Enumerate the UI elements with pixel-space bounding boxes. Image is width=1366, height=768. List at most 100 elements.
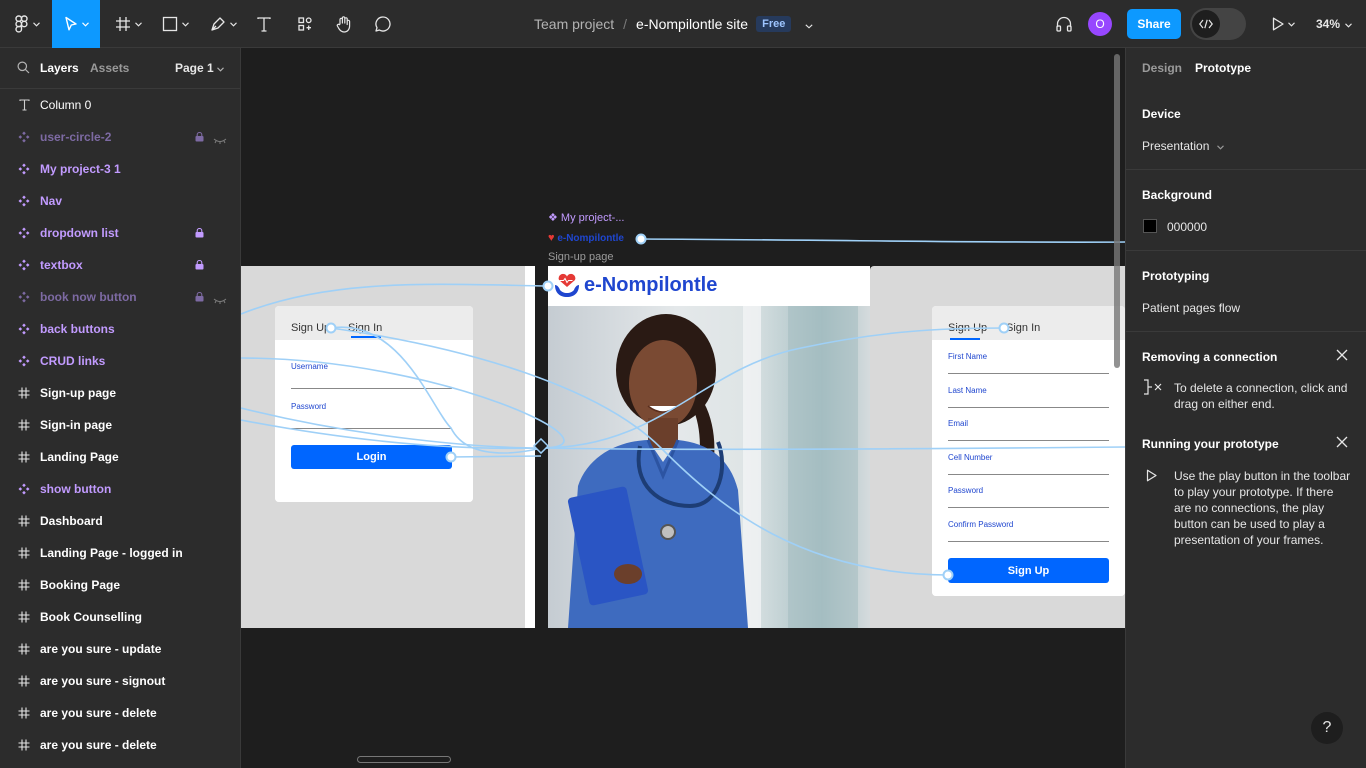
connection-line[interactable] xyxy=(330,327,949,576)
connection-handle[interactable] xyxy=(998,322,1010,334)
connection-line[interactable] xyxy=(640,238,1125,244)
layer-row[interactable]: textbox xyxy=(0,249,240,281)
layer-row[interactable]: Booking Page xyxy=(0,569,240,601)
horizontal-scrollbar[interactable] xyxy=(357,756,451,763)
lock-icon[interactable] xyxy=(195,131,204,145)
file-name[interactable]: e-Nompilontle site xyxy=(636,16,748,32)
layer-row[interactable]: back buttons xyxy=(0,313,240,345)
layer-row[interactable]: Dashboard xyxy=(0,505,240,537)
present-button[interactable] xyxy=(1266,0,1300,48)
chevron-down-icon xyxy=(1216,139,1224,153)
left-panel-tabs: Layers Assets Page 1 xyxy=(0,48,240,89)
connection-line[interactable] xyxy=(450,455,542,458)
layer-name: dropdown list xyxy=(40,226,119,240)
connection-handle[interactable] xyxy=(635,233,647,245)
layer-row[interactable]: user-circle-2 xyxy=(0,121,240,153)
background-swatch[interactable] xyxy=(1143,219,1157,233)
plan-badge: Free xyxy=(756,16,792,32)
lock-icon[interactable] xyxy=(195,259,204,273)
lock-icon[interactable] xyxy=(195,227,204,241)
shape-tool-button[interactable] xyxy=(156,0,194,48)
vertical-scrollbar[interactable] xyxy=(1114,54,1120,368)
hidden-eye-icon[interactable] xyxy=(213,133,227,147)
page-selector[interactable]: Page 1 xyxy=(175,61,224,75)
team-name[interactable]: Team project xyxy=(534,16,614,32)
layer-row[interactable]: My project-3 1 xyxy=(0,153,240,185)
connection-handle[interactable] xyxy=(325,322,337,334)
layer-name: Dashboard xyxy=(40,514,103,528)
background-section: Background 000000 xyxy=(1126,169,1366,250)
layer-name: Book Counselling xyxy=(40,610,142,624)
component-icon xyxy=(18,291,30,303)
lock-icon[interactable] xyxy=(195,291,204,305)
device-value: Presentation xyxy=(1142,139,1210,153)
tab-prototype[interactable]: Prototype xyxy=(1195,61,1251,75)
share-button[interactable]: Share xyxy=(1127,9,1181,39)
connection-line[interactable] xyxy=(241,407,1125,451)
audio-button[interactable] xyxy=(1053,0,1075,48)
layer-row[interactable]: Sign-up page xyxy=(0,377,240,409)
layer-row[interactable]: are you sure - delete xyxy=(0,697,240,729)
zoom-level: 34% xyxy=(1316,17,1341,31)
main-menu-button[interactable] xyxy=(8,0,46,48)
tab-layers[interactable]: Layers xyxy=(40,61,79,75)
layer-row[interactable]: Book Counselling xyxy=(0,601,240,633)
text-icon xyxy=(257,16,271,32)
connection-line[interactable] xyxy=(241,357,565,449)
text-tool-button[interactable] xyxy=(252,0,276,48)
resources-button[interactable] xyxy=(292,0,318,48)
pen-tool-button[interactable] xyxy=(204,0,242,48)
dev-mode-toggle[interactable] xyxy=(1190,8,1246,40)
layer-name: Column 0 xyxy=(40,98,92,112)
frame-tool-button[interactable] xyxy=(110,0,146,48)
search-icon[interactable] xyxy=(17,61,30,77)
connection-line[interactable] xyxy=(241,283,549,315)
connection-line[interactable] xyxy=(540,327,1005,449)
help-button[interactable]: ? xyxy=(1311,712,1343,744)
move-tool-button[interactable] xyxy=(52,0,100,48)
resources-icon xyxy=(297,16,313,32)
avatar[interactable]: O xyxy=(1088,12,1112,36)
title-separator: / xyxy=(623,16,628,32)
layer-row[interactable]: Nav xyxy=(0,185,240,217)
component-icon xyxy=(18,163,30,175)
layer-row[interactable]: Column 0 xyxy=(0,89,240,121)
tab-design[interactable]: Design xyxy=(1142,61,1182,75)
code-icon xyxy=(1192,10,1220,38)
layer-row[interactable]: are you sure - signout xyxy=(0,665,240,697)
layer-row[interactable]: Landing Page - logged in xyxy=(0,537,240,569)
connection-handle[interactable] xyxy=(942,569,954,581)
chevron-down-icon[interactable] xyxy=(805,16,813,32)
properties-panel: Design Prototype Device Presentation Bac… xyxy=(1125,48,1366,768)
tip-removing-connection: Removing a connection To delete a connec… xyxy=(1126,331,1366,420)
comment-tool-button[interactable] xyxy=(371,0,395,48)
hand-tool-button[interactable] xyxy=(331,0,357,48)
frame-icon xyxy=(18,611,30,623)
background-hex[interactable]: 000000 xyxy=(1167,220,1207,234)
close-icon[interactable] xyxy=(1336,436,1348,451)
connection-junction[interactable] xyxy=(532,437,550,455)
layer-row[interactable]: dropdown list xyxy=(0,217,240,249)
close-icon[interactable] xyxy=(1336,349,1348,364)
connection-handle[interactable] xyxy=(445,451,457,463)
tab-assets[interactable]: Assets xyxy=(90,61,129,75)
layer-row[interactable]: are you sure - delete xyxy=(0,729,240,761)
zoom-control[interactable]: 34% xyxy=(1316,0,1352,48)
layer-row[interactable]: are you sure - update xyxy=(0,633,240,665)
rectangle-icon xyxy=(162,16,178,32)
layer-row[interactable]: show button xyxy=(0,473,240,505)
layer-row[interactable]: Landing Page xyxy=(0,441,240,473)
layer-row[interactable]: Sign-in page xyxy=(0,409,240,441)
connection-line[interactable] xyxy=(241,419,542,450)
chevron-down-icon xyxy=(1345,17,1352,31)
canvas[interactable]: ❖ My project-... ♥ e-Nompilontle Sign-up… xyxy=(241,48,1125,768)
text-icon xyxy=(18,99,30,111)
hidden-eye-icon[interactable] xyxy=(213,293,227,307)
flow-name[interactable]: Patient pages flow xyxy=(1142,301,1240,315)
layer-name: are you sure - delete xyxy=(40,738,157,752)
layer-row[interactable]: CRUD links xyxy=(0,345,240,377)
connection-line[interactable] xyxy=(330,326,542,454)
device-select[interactable]: Presentation xyxy=(1142,139,1224,153)
connection-handle[interactable] xyxy=(542,280,554,292)
layer-row[interactable]: book now button xyxy=(0,281,240,313)
